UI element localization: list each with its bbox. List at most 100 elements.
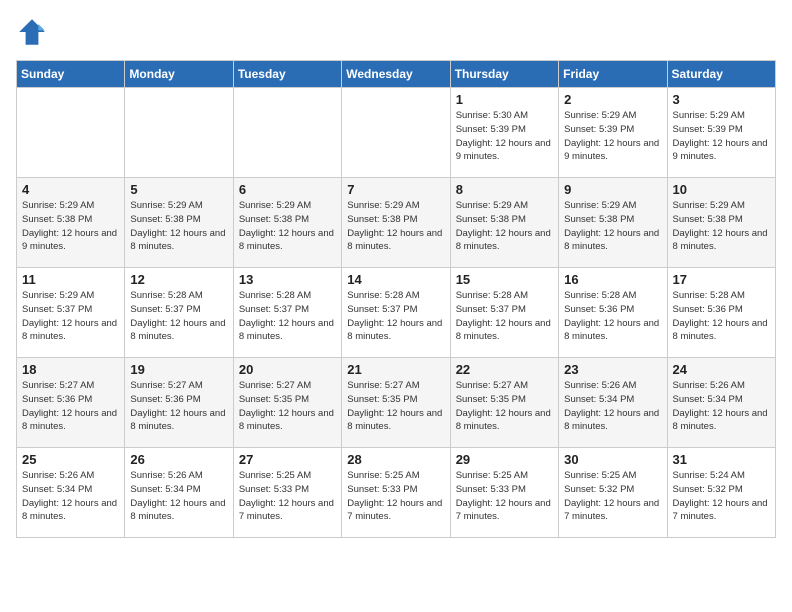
day-number: 1 — [456, 92, 553, 107]
day-number: 11 — [22, 272, 119, 287]
day-info: Sunrise: 5:24 AM Sunset: 5:32 PM Dayligh… — [673, 469, 770, 524]
weekday-header-thursday: Thursday — [450, 61, 558, 88]
calendar-cell: 31 Sunrise: 5:24 AM Sunset: 5:32 PM Dayli… — [667, 448, 775, 538]
day-info: Sunrise: 5:26 AM Sunset: 5:34 PM Dayligh… — [564, 379, 661, 434]
day-number: 27 — [239, 452, 336, 467]
calendar-cell: 27 Sunrise: 5:25 AM Sunset: 5:33 PM Dayli… — [233, 448, 341, 538]
day-number: 2 — [564, 92, 661, 107]
day-number: 31 — [673, 452, 770, 467]
day-info: Sunrise: 5:29 AM Sunset: 5:39 PM Dayligh… — [564, 109, 661, 164]
day-number: 15 — [456, 272, 553, 287]
calendar-cell: 2 Sunrise: 5:29 AM Sunset: 5:39 PM Daylig… — [559, 88, 667, 178]
weekday-header-saturday: Saturday — [667, 61, 775, 88]
day-info: Sunrise: 5:28 AM Sunset: 5:36 PM Dayligh… — [673, 289, 770, 344]
calendar-cell: 8 Sunrise: 5:29 AM Sunset: 5:38 PM Daylig… — [450, 178, 558, 268]
calendar-cell: 29Sunrise: 5:25 AM Sunset: 5:33 PM Dayli… — [450, 448, 558, 538]
weekday-header-monday: Monday — [125, 61, 233, 88]
day-number: 10 — [673, 182, 770, 197]
day-info: Sunrise: 5:27 AM Sunset: 5:35 PM Dayligh… — [347, 379, 444, 434]
weekday-header-tuesday: Tuesday — [233, 61, 341, 88]
calendar-cell: 10 Sunrise: 5:29 AM Sunset: 5:38 PM Dayli… — [667, 178, 775, 268]
day-number: 4 — [22, 182, 119, 197]
day-number: 26 — [130, 452, 227, 467]
weekday-header-wednesday: Wednesday — [342, 61, 450, 88]
calendar-cell: 3 Sunrise: 5:29 AM Sunset: 5:39 PM Daylig… — [667, 88, 775, 178]
calendar-cell: 1 Sunrise: 5:30 AM Sunset: 5:39 PM Daylig… — [450, 88, 558, 178]
day-number: 21 — [347, 362, 444, 377]
day-number: 22 — [456, 362, 553, 377]
day-number: 7 — [347, 182, 444, 197]
day-info: Sunrise: 5:29 AM Sunset: 5:39 PM Dayligh… — [673, 109, 770, 164]
day-info: Sunrise: 5:29 AM Sunset: 5:38 PM Dayligh… — [22, 199, 119, 254]
calendar-cell: 9 Sunrise: 5:29 AM Sunset: 5:38 PM Daylig… — [559, 178, 667, 268]
calendar-cell: 28 Sunrise: 5:25 AM Sunset: 5:33 PM Dayli… — [342, 448, 450, 538]
day-number: 25 — [22, 452, 119, 467]
calendar-cell — [233, 88, 341, 178]
day-info: Sunrise: 5:27 AM Sunset: 5:35 PM Dayligh… — [456, 379, 553, 434]
day-number: 5 — [130, 182, 227, 197]
day-number: 3 — [673, 92, 770, 107]
day-info: Sunrise: 5:27 AM Sunset: 5:36 PM Dayligh… — [22, 379, 119, 434]
day-info: Sunrise: 5:27 AM Sunset: 5:35 PM Dayligh… — [239, 379, 336, 434]
calendar-table: SundayMondayTuesdayWednesdayThursdayFrid… — [16, 60, 776, 538]
day-number: 28 — [347, 452, 444, 467]
calendar-cell: 26Sunrise: 5:26 AM Sunset: 5:34 PM Dayli… — [125, 448, 233, 538]
day-info: Sunrise: 5:29 AM Sunset: 5:38 PM Dayligh… — [130, 199, 227, 254]
day-number: 24 — [673, 362, 770, 377]
day-number: 30 — [564, 452, 661, 467]
day-info: Sunrise: 5:27 AM Sunset: 5:36 PM Dayligh… — [130, 379, 227, 434]
logo-icon — [16, 16, 48, 48]
day-info: Sunrise: 5:25 AM Sunset: 5:33 PM Dayligh… — [239, 469, 336, 524]
day-info: Sunrise: 5:29 AM Sunset: 5:38 PM Dayligh… — [239, 199, 336, 254]
day-number: 13 — [239, 272, 336, 287]
calendar-cell: 17 Sunrise: 5:28 AM Sunset: 5:36 PM Dayli… — [667, 268, 775, 358]
day-number: 6 — [239, 182, 336, 197]
calendar-cell: 6 Sunrise: 5:29 AM Sunset: 5:38 PM Daylig… — [233, 178, 341, 268]
calendar-cell — [342, 88, 450, 178]
day-number: 17 — [673, 272, 770, 287]
weekday-header-sunday: Sunday — [17, 61, 125, 88]
calendar-cell: 14Sunrise: 5:28 AM Sunset: 5:37 PM Dayli… — [342, 268, 450, 358]
day-info: Sunrise: 5:29 AM Sunset: 5:38 PM Dayligh… — [347, 199, 444, 254]
calendar-cell: 5 Sunrise: 5:29 AM Sunset: 5:38 PM Daylig… — [125, 178, 233, 268]
day-info: Sunrise: 5:29 AM Sunset: 5:38 PM Dayligh… — [673, 199, 770, 254]
calendar-cell: 22 Sunrise: 5:27 AM Sunset: 5:35 PM Dayli… — [450, 358, 558, 448]
day-info: Sunrise: 5:26 AM Sunset: 5:34 PM Dayligh… — [22, 469, 119, 524]
calendar-cell: 12 Sunrise: 5:28 AM Sunset: 5:37 PM Dayli… — [125, 268, 233, 358]
day-info: Sunrise: 5:28 AM Sunset: 5:37 PM Dayligh… — [130, 289, 227, 344]
day-info: Sunrise: 5:28 AM Sunset: 5:37 PM Dayligh… — [239, 289, 336, 344]
day-number: 18 — [22, 362, 119, 377]
calendar-cell: 4 Sunrise: 5:29 AM Sunset: 5:38 PM Daylig… — [17, 178, 125, 268]
day-info: Sunrise: 5:26 AM Sunset: 5:34 PM Dayligh… — [673, 379, 770, 434]
day-info: Sunrise: 5:28 AM Sunset: 5:36 PM Dayligh… — [564, 289, 661, 344]
calendar-cell: 24 Sunrise: 5:26 AM Sunset: 5:34 PM Dayli… — [667, 358, 775, 448]
day-number: 20 — [239, 362, 336, 377]
calendar-cell: 18 Sunrise: 5:27 AM Sunset: 5:36 PM Dayli… — [17, 358, 125, 448]
calendar-cell: 21 Sunrise: 5:27 AM Sunset: 5:35 PM Dayli… — [342, 358, 450, 448]
calendar-cell: 16 Sunrise: 5:28 AM Sunset: 5:36 PM Dayli… — [559, 268, 667, 358]
day-info: Sunrise: 5:25 AM Sunset: 5:32 PM Dayligh… — [564, 469, 661, 524]
day-number: 29 — [456, 452, 553, 467]
day-info: Sunrise: 5:29 AM Sunset: 5:38 PM Dayligh… — [456, 199, 553, 254]
day-number: 8 — [456, 182, 553, 197]
day-number: 16 — [564, 272, 661, 287]
day-info: Sunrise: 5:30 AM Sunset: 5:39 PM Dayligh… — [456, 109, 553, 164]
calendar-cell: 25 Sunrise: 5:26 AM Sunset: 5:34 PM Dayli… — [17, 448, 125, 538]
calendar-cell: 20 Sunrise: 5:27 AM Sunset: 5:35 PM Dayli… — [233, 358, 341, 448]
calendar-cell: 19Sunrise: 5:27 AM Sunset: 5:36 PM Dayli… — [125, 358, 233, 448]
weekday-header-friday: Friday — [559, 61, 667, 88]
calendar-cell — [17, 88, 125, 178]
calendar-cell: 11Sunrise: 5:29 AM Sunset: 5:37 PM Dayli… — [17, 268, 125, 358]
calendar-cell: 13 Sunrise: 5:28 AM Sunset: 5:37 PM Dayli… — [233, 268, 341, 358]
day-info: Sunrise: 5:28 AM Sunset: 5:37 PM Dayligh… — [347, 289, 444, 344]
day-info: Sunrise: 5:25 AM Sunset: 5:33 PM Dayligh… — [347, 469, 444, 524]
calendar-cell: 30 Sunrise: 5:25 AM Sunset: 5:32 PM Dayli… — [559, 448, 667, 538]
page-header — [16, 16, 776, 48]
calendar-cell: 7 Sunrise: 5:29 AM Sunset: 5:38 PM Daylig… — [342, 178, 450, 268]
day-number: 12 — [130, 272, 227, 287]
day-number: 9 — [564, 182, 661, 197]
day-number: 23 — [564, 362, 661, 377]
day-info: Sunrise: 5:29 AM Sunset: 5:38 PM Dayligh… — [564, 199, 661, 254]
calendar-cell: 15 Sunrise: 5:28 AM Sunset: 5:37 PM Dayli… — [450, 268, 558, 358]
day-info: Sunrise: 5:28 AM Sunset: 5:37 PM Dayligh… — [456, 289, 553, 344]
